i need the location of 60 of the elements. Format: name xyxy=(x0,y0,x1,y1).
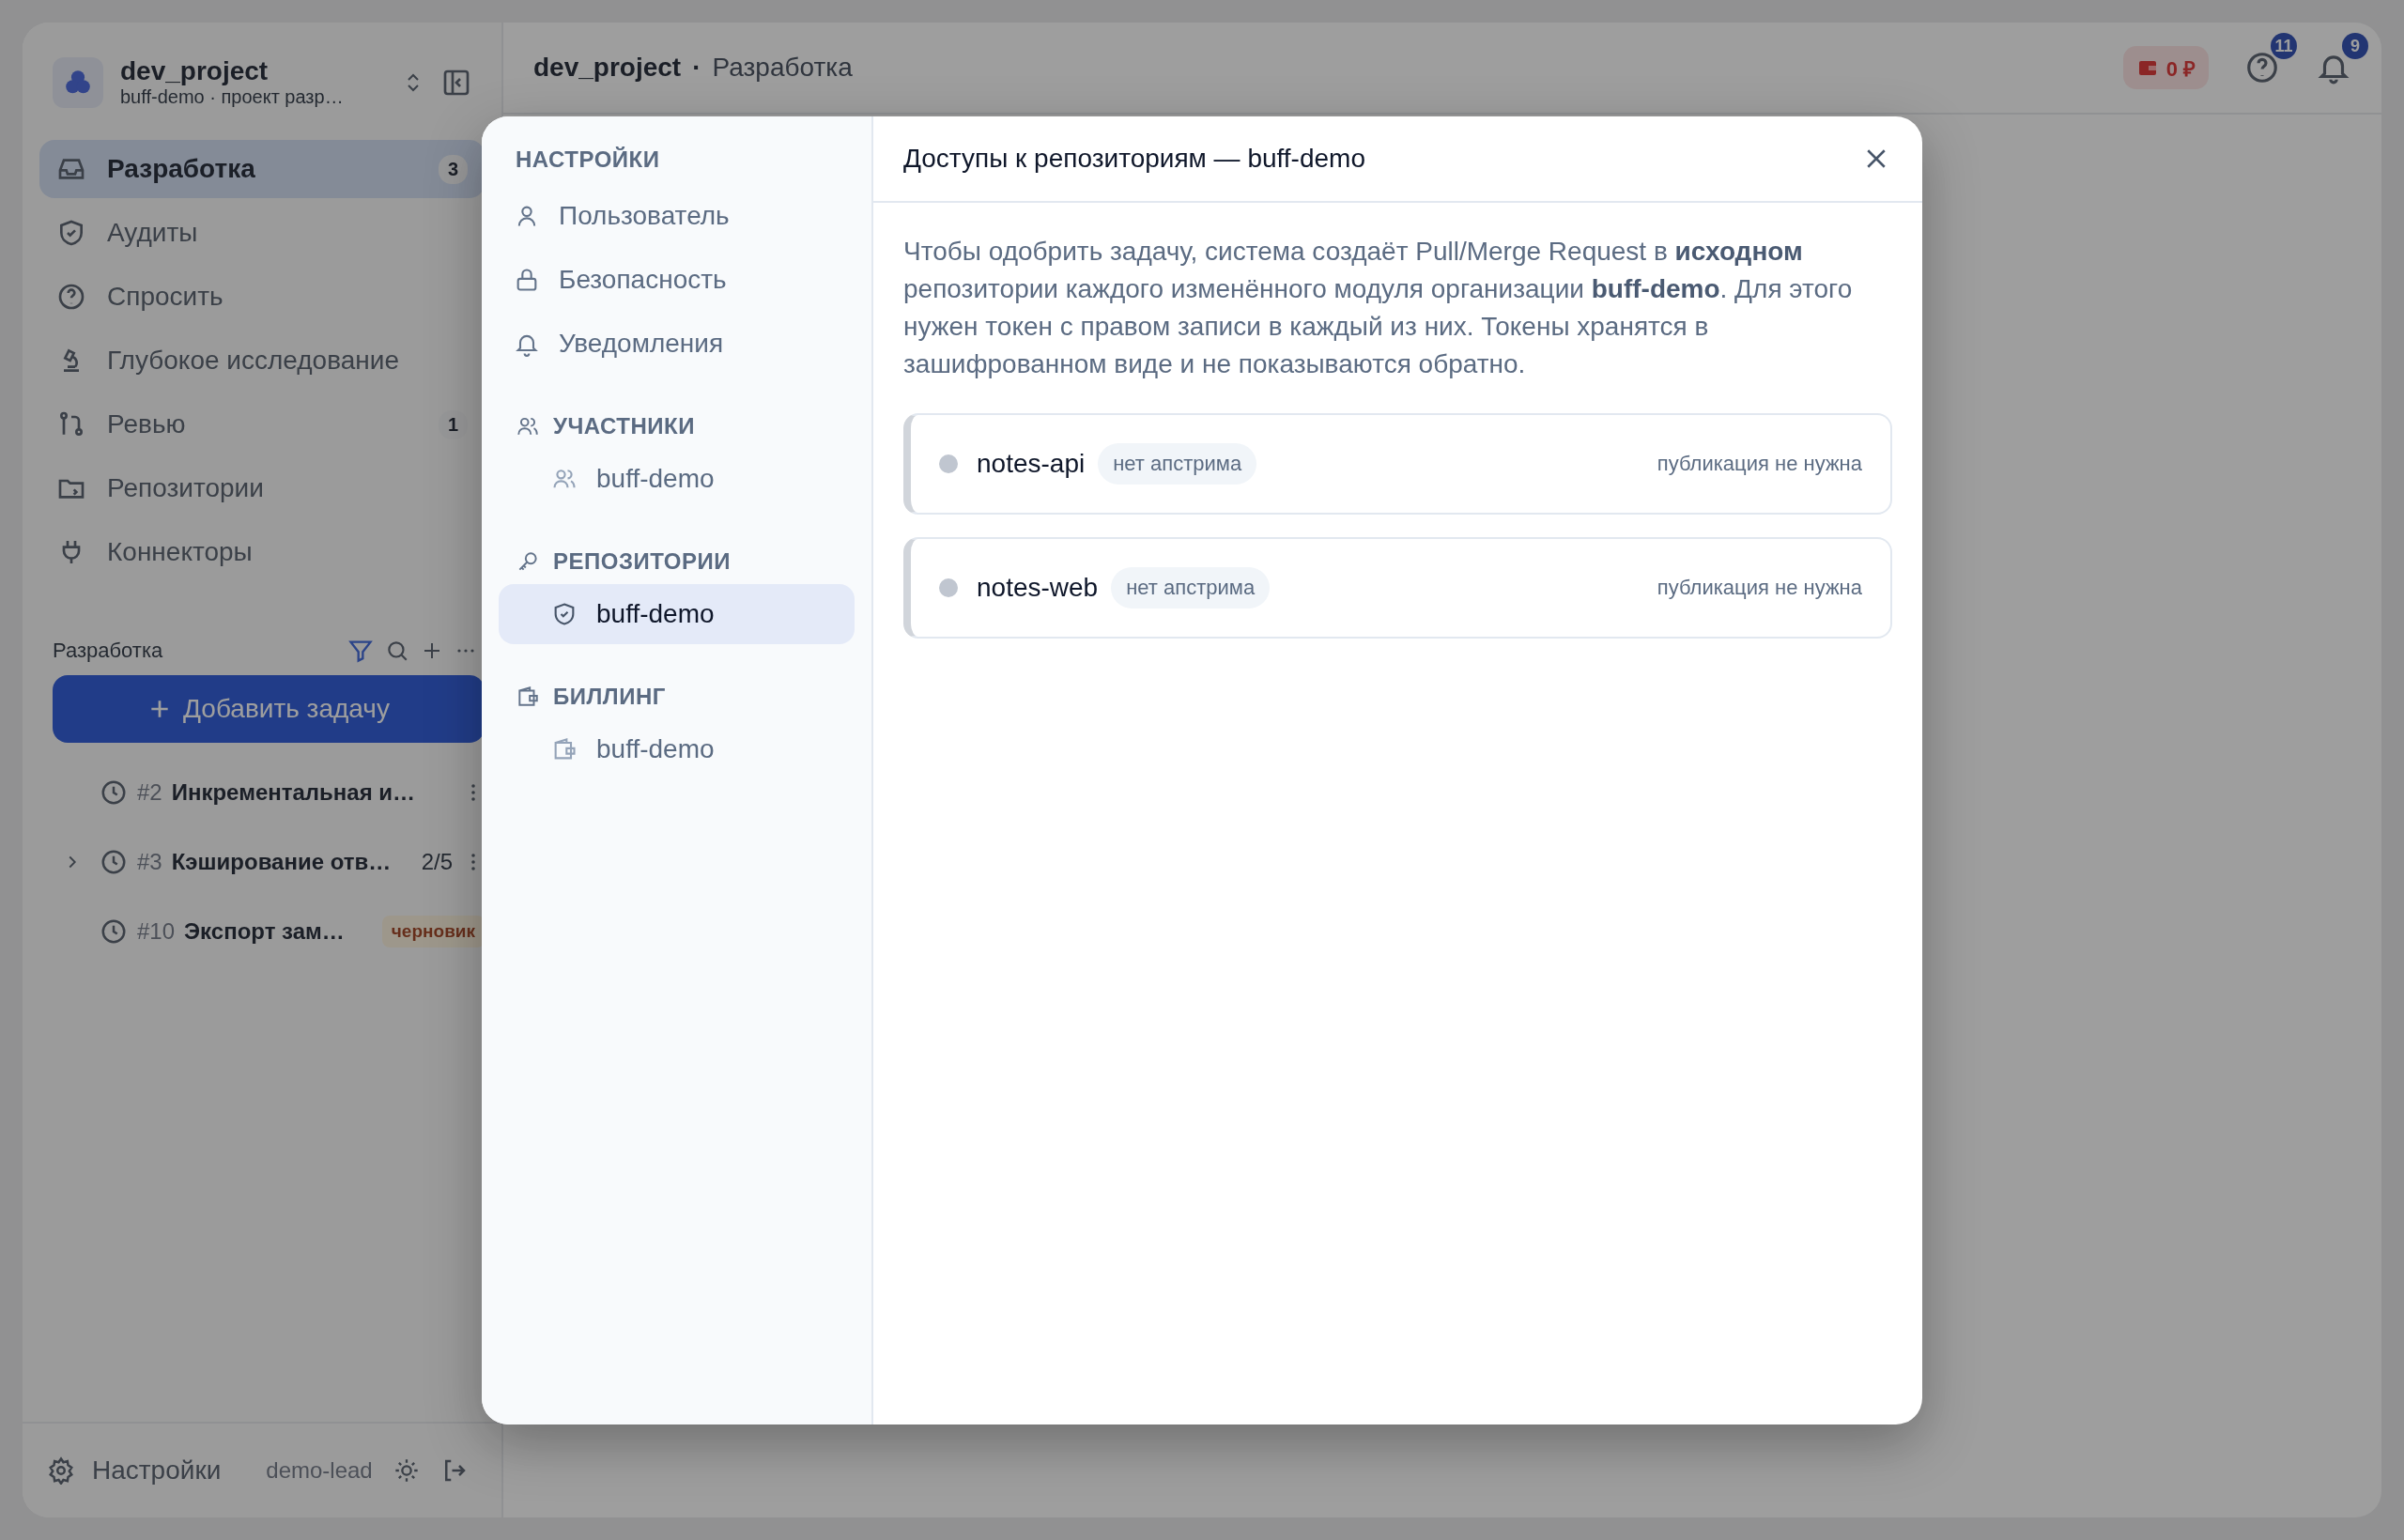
count-badge: 3 xyxy=(438,154,468,184)
breadcrumb-link[interactable]: dev_project xyxy=(533,53,682,83)
nav-item[interactable]: Аудиты xyxy=(39,204,485,262)
help-icon[interactable] xyxy=(2244,50,2280,85)
clock-icon xyxy=(100,848,128,876)
repository-name: notes-api xyxy=(977,448,1086,479)
task-progress: 2/5 xyxy=(421,849,453,875)
task-title: Кэширование отв… xyxy=(171,849,393,875)
clock-icon xyxy=(100,778,128,807)
nav-item[interactable]: Ревью 1 xyxy=(39,395,485,454)
publish-status: публикация не нужна xyxy=(1657,575,1862,600)
upstream-tag: нет апстрима xyxy=(1098,442,1257,485)
nav-item[interactable]: Разработка 3 xyxy=(39,140,485,198)
task-number: #3 xyxy=(137,849,162,875)
wallet-icon xyxy=(516,684,540,709)
publish-status: публикация не нужна xyxy=(1657,451,1862,476)
nav-item[interactable]: Коннекторы xyxy=(39,523,485,581)
nav-item[interactable]: Глубокое исследование xyxy=(39,331,485,390)
task-title: Инкрементальная и… xyxy=(171,779,417,806)
section-heading: НАСТРОЙКИ xyxy=(516,146,660,173)
settings-nav-item[interactable]: Уведомления xyxy=(499,313,855,374)
settings-nav-item[interactable]: buff-demo xyxy=(499,448,855,509)
settings-nav-item[interactable]: Безопасность xyxy=(499,249,855,310)
sun-icon[interactable] xyxy=(393,1457,420,1484)
add-task-button[interactable]: Добавить задачу xyxy=(53,675,485,743)
section-heading: РЕПОЗИТОРИИ xyxy=(553,547,731,575)
question-circle-icon xyxy=(56,282,86,312)
nav-item[interactable]: Репозитории xyxy=(39,459,485,517)
task-number: #10 xyxy=(137,918,176,945)
settings-link[interactable]: Настройки xyxy=(47,1455,222,1486)
breadcrumb-separator: · xyxy=(692,53,701,83)
search-icon[interactable] xyxy=(385,639,409,663)
project-name: dev_project xyxy=(120,56,270,86)
nav-item[interactable]: Спросить xyxy=(39,268,485,326)
section-heading: УЧАСТНИКИ xyxy=(553,412,695,439)
task-row[interactable]: #10 Экспорт зам… черновик xyxy=(39,906,485,957)
task-title: Экспорт зам… xyxy=(184,918,346,945)
count-badge: 1 xyxy=(438,409,468,439)
task-row[interactable]: #2 Инкрементальная и… xyxy=(39,767,485,818)
count-badge: 9 xyxy=(2342,33,2368,59)
settings-nav-item[interactable]: buff-demo xyxy=(499,583,855,644)
upstream-tag: нет апстрима xyxy=(1111,566,1271,608)
project-logo xyxy=(53,56,103,108)
settings-nav-item[interactable]: buff-demo xyxy=(499,718,855,779)
task-row[interactable]: #3 Кэширование отв… 2/5 xyxy=(39,837,485,887)
balance-chip[interactable]: 0 ₽ xyxy=(2122,46,2209,89)
project-subtitle: buff-demo · проект разр… xyxy=(120,86,345,108)
section-title: Разработка xyxy=(53,639,163,663)
username: demo-lead xyxy=(266,1457,373,1484)
dialog-title: Доступы к репозиториям — buff-demo xyxy=(903,143,1365,174)
section-heading: БИЛЛИНГ xyxy=(553,683,666,710)
task-number: #2 xyxy=(137,779,162,806)
breadcrumb-current: Разработка xyxy=(712,53,853,83)
settings-nav-item[interactable]: Пользователь xyxy=(499,185,855,246)
description-text: Чтобы одобрить задачу, система создаёт Pull/Merge Request в исходном репозитории каждого изменённого модуля организации buff-demo. Для этого нужен токен с правом записи в каждый из них. Токены хранятся в зашифрованном виде и не показываются обратно. xyxy=(903,235,1854,380)
status-tag: черновик xyxy=(381,916,485,947)
gear-icon xyxy=(47,1456,75,1485)
repository-name: notes-web xyxy=(977,572,1099,603)
clock-icon xyxy=(100,917,128,946)
count-badge: 11 xyxy=(2271,33,2297,59)
